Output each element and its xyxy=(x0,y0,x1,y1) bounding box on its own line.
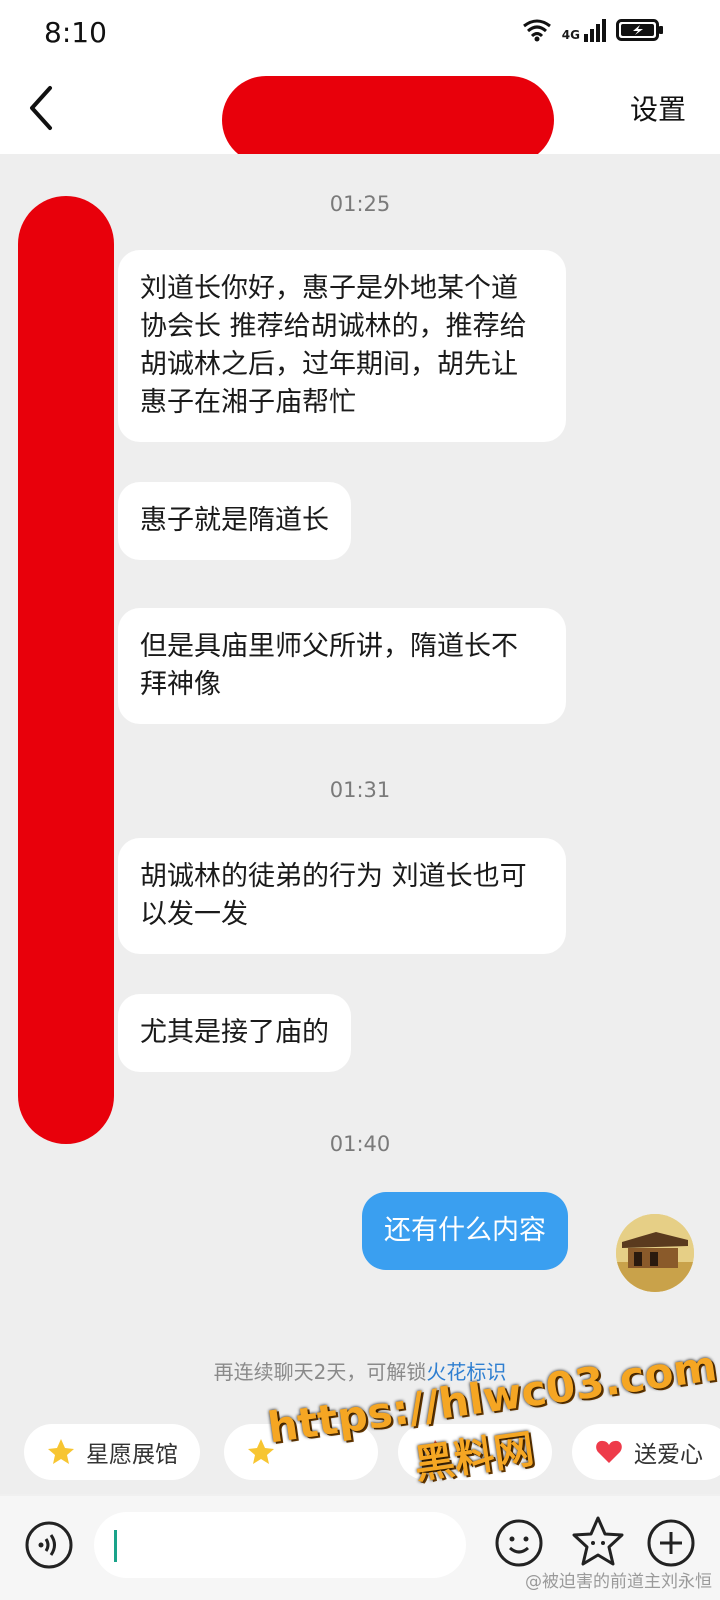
sticker-star-button[interactable] xyxy=(570,1514,626,1570)
message-bubble-incoming[interactable]: 但是具庙里师父所讲，隋道长不拜神像 xyxy=(118,608,566,724)
message-bubble-incoming[interactable]: 胡诚林的徒弟的行为 刘道长也可以发一发 xyxy=(118,838,566,954)
credit-watermark: @被迫害的前道主刘永恒 xyxy=(525,1572,712,1592)
text-cursor xyxy=(114,1530,117,1562)
avatar-image xyxy=(616,1214,694,1292)
timestamp: 01:40 xyxy=(329,1132,391,1156)
hint-text: 再连续聊天2天，可解锁 xyxy=(213,1360,427,1384)
message-input[interactable] xyxy=(94,1512,466,1578)
chip-label: 星愿展馆 xyxy=(86,1442,178,1468)
back-button[interactable] xyxy=(22,82,62,134)
status-icons: 4G xyxy=(522,18,664,42)
star-icon xyxy=(48,1439,74,1464)
timestamp: 01:25 xyxy=(329,192,391,216)
avatar-redaction xyxy=(18,196,114,1144)
message-bubble-incoming[interactable]: 尤其是接了庙的 xyxy=(118,994,351,1072)
settings-button[interactable]: 设置 xyxy=(630,88,686,128)
message-bubble-outgoing[interactable]: 还有什么内容 xyxy=(362,1192,568,1270)
battery-icon xyxy=(616,19,663,41)
emoji-button[interactable] xyxy=(494,1518,544,1568)
signal-icon: 4G xyxy=(561,18,606,42)
avatar[interactable] xyxy=(616,1214,694,1292)
message-bubble-incoming[interactable]: 惠子就是隋道长 xyxy=(118,482,351,560)
message-bubble-incoming[interactable]: 刘道长你好，惠子是外地某个道协会长 推荐给胡诚林的，推荐给胡诚林之后，过年期间，… xyxy=(118,250,566,442)
quick-action-wish-gallery[interactable]: 星愿展馆 xyxy=(24,1424,200,1480)
network-type: 4G xyxy=(561,27,580,42)
status-bar: 8:10 4G xyxy=(0,0,720,64)
voice-button[interactable] xyxy=(24,1520,74,1570)
wifi-icon xyxy=(522,19,551,42)
status-time: 8:10 xyxy=(44,16,107,49)
plus-button[interactable] xyxy=(646,1518,696,1568)
title-redaction xyxy=(222,76,554,164)
